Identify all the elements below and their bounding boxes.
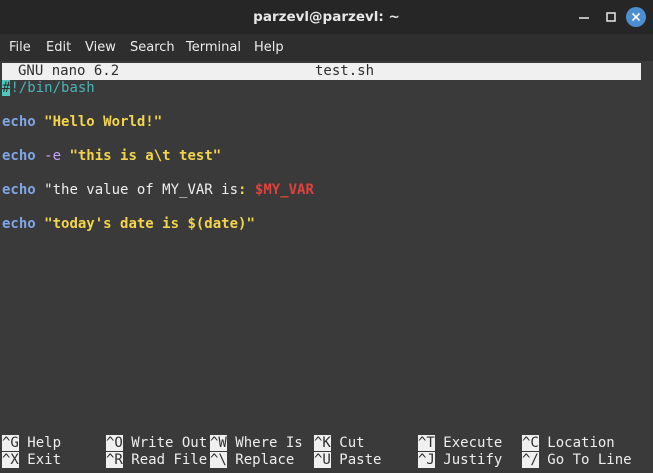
shortcut-key: ^\ <box>210 452 227 468</box>
shortcut-label: Help <box>27 435 62 451</box>
code-line-1[interactable]: echo "Hello World!" <box>2 114 162 131</box>
shortcut-label: Go To Line <box>547 452 632 468</box>
menu-bar: File Edit View Search Terminal Help <box>0 34 653 61</box>
maximize-button[interactable] <box>601 7 621 27</box>
keyword: echo <box>2 148 36 164</box>
nano-shortcut-bar: ^G Help ^X Exit ^O Write Out ^R Read Fil… <box>2 434 647 468</box>
shortcut-where-is[interactable]: ^W Where Is <box>210 435 303 452</box>
code-line-4[interactable]: echo "today's date is $(date)" <box>2 216 255 233</box>
shortcut-read-file[interactable]: ^R Read File <box>106 452 207 469</box>
shortcut-label: Replace <box>235 452 295 468</box>
shortcut-paste[interactable]: ^U Paste <box>314 452 381 469</box>
keyword: echo <box>2 216 36 232</box>
shortcut-location[interactable]: ^C Location <box>522 435 615 452</box>
menu-search[interactable]: Search <box>130 40 175 55</box>
close-icon <box>631 12 641 22</box>
shortcut-key: ^/ <box>522 452 539 468</box>
shortcut-label: Write Out <box>131 435 208 451</box>
terminal-area[interactable]: GNU nano 6.2 test.sh #!/bin/bash echo "H… <box>0 61 653 473</box>
shortcut-key: ^O <box>106 435 123 451</box>
shortcut-cut[interactable]: ^K Cut <box>314 435 365 452</box>
string: "today's date is $(date)" <box>44 216 255 232</box>
terminal-window: parzevl@parzevl: ~ File Edit View Search… <box>0 0 653 473</box>
shortcut-key: ^G <box>2 435 19 451</box>
code-line-shebang[interactable]: #!/bin/bash <box>2 80 95 97</box>
shortcut-key: ^T <box>418 435 435 451</box>
shortcut-label: Where Is <box>235 435 303 451</box>
shortcut-execute[interactable]: ^T Execute <box>418 435 502 452</box>
shortcut-help[interactable]: ^G Help <box>2 435 61 452</box>
menu-help[interactable]: Help <box>254 40 284 55</box>
menu-file[interactable]: File <box>9 40 31 55</box>
shortcut-label: Location <box>547 435 615 451</box>
shortcut-write-out[interactable]: ^O Write Out <box>106 435 207 452</box>
shortcut-key: ^U <box>314 452 331 468</box>
close-button[interactable] <box>626 7 646 27</box>
shortcut-exit[interactable]: ^X Exit <box>2 452 61 469</box>
shebang-text: !/bin/bash <box>10 80 95 96</box>
shortcut-label: Justify <box>443 452 503 468</box>
shortcut-label: Paste <box>339 452 382 468</box>
shortcut-key: ^C <box>522 435 539 451</box>
shortcut-key: ^K <box>314 435 331 451</box>
shortcut-justify[interactable]: ^J Justify <box>418 452 502 469</box>
nano-filename: test.sh <box>315 63 375 79</box>
string: "Hello World!" <box>44 114 163 130</box>
string-plain: "the value of MY_VAR is <box>44 182 239 198</box>
shortcut-label: Cut <box>339 435 365 451</box>
shortcut-label: Execute <box>443 435 503 451</box>
shortcut-key: ^X <box>2 452 19 468</box>
shortcut-replace[interactable]: ^\ Replace <box>210 452 294 469</box>
title-bar[interactable]: parzevl@parzevl: ~ <box>0 0 653 34</box>
colon: : <box>238 182 247 198</box>
minimize-button[interactable] <box>574 7 594 27</box>
nano-header: GNU nano 6.2 test.sh <box>2 63 641 80</box>
menu-edit[interactable]: Edit <box>46 40 71 55</box>
window-title: parzevl@parzevl: ~ <box>253 9 400 25</box>
minimize-icon <box>579 17 589 19</box>
shortcut-key: ^R <box>106 452 123 468</box>
menu-view[interactable]: View <box>85 40 116 55</box>
variable: $MY_VAR <box>254 182 314 198</box>
shortcut-go-to-line[interactable]: ^/ Go To Line <box>522 452 632 469</box>
keyword: echo <box>2 114 36 130</box>
keyword: echo <box>2 182 36 198</box>
shortcut-key: ^J <box>418 452 435 468</box>
maximize-icon <box>606 12 616 22</box>
string: "this is a\t test" <box>69 148 222 164</box>
shortcut-key: ^W <box>210 435 227 451</box>
code-line-3[interactable]: echo "the value of MY_VAR is: $MY_VAR <box>2 182 314 199</box>
shortcut-label: Exit <box>27 452 62 468</box>
menu-terminal[interactable]: Terminal <box>186 40 241 55</box>
code-line-2[interactable]: echo -e "this is a\t test" <box>2 148 221 165</box>
shortcut-label: Read File <box>131 452 208 468</box>
nano-version: GNU nano 6.2 <box>18 63 120 79</box>
flag: -e <box>44 148 62 164</box>
